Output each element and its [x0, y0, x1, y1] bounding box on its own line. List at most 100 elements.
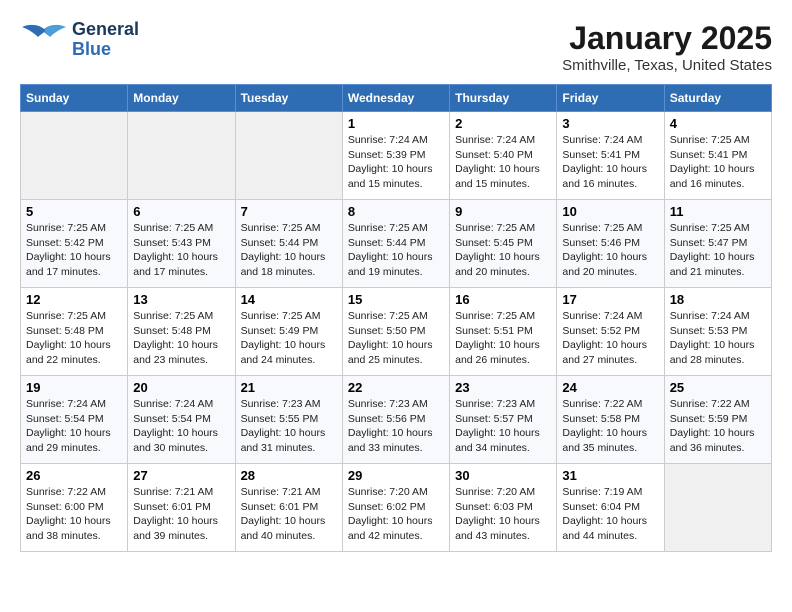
day-info: Sunrise: 7:21 AM Sunset: 6:01 PM Dayligh… — [241, 485, 337, 544]
day-number: 14 — [241, 292, 337, 307]
day-number: 22 — [348, 380, 444, 395]
week-row-2: 5 Sunrise: 7:25 AM Sunset: 5:42 PM Daylig… — [21, 200, 772, 288]
calendar-table: Sunday Monday Tuesday Wednesday Thursday… — [20, 84, 772, 552]
table-row: 6 Sunrise: 7:25 AM Sunset: 5:43 PM Daylig… — [128, 200, 235, 288]
table-row: 11Sunrise: 7:25 AM Sunset: 5:47 PM Dayli… — [664, 200, 771, 288]
table-row: 29 Sunrise: 7:20 AM Sunset: 6:02 PM Dayli… — [342, 464, 449, 552]
table-row: 1 Sunrise: 7:24 AM Sunset: 5:39 PM Daylig… — [342, 112, 449, 200]
day-info: Sunrise: 7:25 AM Sunset: 5:41 PM Dayligh… — [670, 133, 766, 192]
logo: General Blue — [20, 20, 139, 60]
day-info: Sunrise: 7:20 AM Sunset: 6:03 PM Dayligh… — [455, 485, 551, 544]
days-header-row: Sunday Monday Tuesday Wednesday Thursday… — [21, 85, 772, 112]
day-info: Sunrise: 7:25 AM Sunset: 5:45 PM Dayligh… — [455, 221, 551, 280]
logo-blue-text: Blue — [72, 40, 139, 60]
title-area: January 2025 Smithville, Texas, United S… — [562, 20, 772, 74]
day-info: Sunrise: 7:25 AM Sunset: 5:51 PM Dayligh… — [455, 309, 551, 368]
day-info: Sunrise: 7:20 AM Sunset: 6:02 PM Dayligh… — [348, 485, 444, 544]
day-info: Sunrise: 7:25 AM Sunset: 5:50 PM Dayligh… — [348, 309, 444, 368]
page-header: General Blue January 2025 Smithville, Te… — [20, 20, 772, 74]
table-row: 23 Sunrise: 7:23 AM Sunset: 5:57 PM Dayli… — [450, 376, 557, 464]
day-info: Sunrise: 7:25 AM Sunset: 5:42 PM Dayligh… — [26, 221, 122, 280]
table-row: 26 Sunrise: 7:22 AM Sunset: 6:00 PM Dayli… — [21, 464, 128, 552]
day-number: 19 — [26, 380, 122, 395]
day-info: Sunrise: 7:19 AM Sunset: 6:04 PM Dayligh… — [562, 485, 658, 544]
table-row: 28 Sunrise: 7:21 AM Sunset: 6:01 PM Dayli… — [235, 464, 342, 552]
header-wednesday: Wednesday — [342, 85, 449, 112]
day-info: Sunrise: 7:25 AM Sunset: 5:46 PM Dayligh… — [562, 221, 658, 280]
location: Smithville, Texas, United States — [562, 57, 772, 74]
day-info: Sunrise: 7:25 AM Sunset: 5:48 PM Dayligh… — [133, 309, 229, 368]
table-row: 16Sunrise: 7:25 AM Sunset: 5:51 PM Dayli… — [450, 288, 557, 376]
day-info: Sunrise: 7:21 AM Sunset: 6:01 PM Dayligh… — [133, 485, 229, 544]
table-row: 17 Sunrise: 7:24 AM Sunset: 5:52 PM Dayli… — [557, 288, 664, 376]
day-info: Sunrise: 7:24 AM Sunset: 5:53 PM Dayligh… — [670, 309, 766, 368]
header-sunday: Sunday — [21, 85, 128, 112]
day-number: 30 — [455, 468, 551, 483]
header-thursday: Thursday — [450, 85, 557, 112]
table-row: 25 Sunrise: 7:22 AM Sunset: 5:59 PM Dayli… — [664, 376, 771, 464]
day-info: Sunrise: 7:25 AM Sunset: 5:49 PM Dayligh… — [241, 309, 337, 368]
day-number: 2 — [455, 116, 551, 131]
logo-icon — [20, 21, 68, 59]
day-number: 25 — [670, 380, 766, 395]
day-info: Sunrise: 7:23 AM Sunset: 5:55 PM Dayligh… — [241, 397, 337, 456]
table-row: 14 Sunrise: 7:25 AM Sunset: 5:49 PM Dayli… — [235, 288, 342, 376]
table-row: 8 Sunrise: 7:25 AM Sunset: 5:44 PM Daylig… — [342, 200, 449, 288]
table-row — [664, 464, 771, 552]
table-row: 10 Sunrise: 7:25 AM Sunset: 5:46 PM Dayli… — [557, 200, 664, 288]
day-number: 23 — [455, 380, 551, 395]
day-number: 9 — [455, 204, 551, 219]
day-info: Sunrise: 7:22 AM Sunset: 6:00 PM Dayligh… — [26, 485, 122, 544]
table-row: 24Sunrise: 7:22 AM Sunset: 5:58 PM Dayli… — [557, 376, 664, 464]
day-number: 28 — [241, 468, 337, 483]
day-number: 15 — [348, 292, 444, 307]
table-row — [128, 112, 235, 200]
table-row: 4Sunrise: 7:25 AM Sunset: 5:41 PM Daylig… — [664, 112, 771, 200]
table-row: 2Sunrise: 7:24 AM Sunset: 5:40 PM Daylig… — [450, 112, 557, 200]
day-info: Sunrise: 7:24 AM Sunset: 5:39 PM Dayligh… — [348, 133, 444, 192]
table-row: 21Sunrise: 7:23 AM Sunset: 5:55 PM Dayli… — [235, 376, 342, 464]
day-info: Sunrise: 7:24 AM Sunset: 5:54 PM Dayligh… — [133, 397, 229, 456]
day-info: Sunrise: 7:22 AM Sunset: 5:58 PM Dayligh… — [562, 397, 658, 456]
day-info: Sunrise: 7:23 AM Sunset: 5:56 PM Dayligh… — [348, 397, 444, 456]
month-title: January 2025 — [562, 20, 772, 57]
table-row — [21, 112, 128, 200]
day-info: Sunrise: 7:25 AM Sunset: 5:44 PM Dayligh… — [241, 221, 337, 280]
day-number: 1 — [348, 116, 444, 131]
day-info: Sunrise: 7:25 AM Sunset: 5:47 PM Dayligh… — [670, 221, 766, 280]
week-row-4: 19 Sunrise: 7:24 AM Sunset: 5:54 PM Dayli… — [21, 376, 772, 464]
table-row: 5 Sunrise: 7:25 AM Sunset: 5:42 PM Daylig… — [21, 200, 128, 288]
day-number: 26 — [26, 468, 122, 483]
day-info: Sunrise: 7:24 AM Sunset: 5:54 PM Dayligh… — [26, 397, 122, 456]
day-number: 3 — [562, 116, 658, 131]
table-row: 13Sunrise: 7:25 AM Sunset: 5:48 PM Dayli… — [128, 288, 235, 376]
table-row: 27 Sunrise: 7:21 AM Sunset: 6:01 PM Dayli… — [128, 464, 235, 552]
day-info: Sunrise: 7:22 AM Sunset: 5:59 PM Dayligh… — [670, 397, 766, 456]
day-number: 17 — [562, 292, 658, 307]
table-row: 7Sunrise: 7:25 AM Sunset: 5:44 PM Daylig… — [235, 200, 342, 288]
week-row-1: 1 Sunrise: 7:24 AM Sunset: 5:39 PM Daylig… — [21, 112, 772, 200]
logo-words: General Blue — [72, 20, 139, 60]
day-number: 31 — [562, 468, 658, 483]
day-info: Sunrise: 7:25 AM Sunset: 5:48 PM Dayligh… — [26, 309, 122, 368]
table-row: 30 Sunrise: 7:20 AM Sunset: 6:03 PM Dayli… — [450, 464, 557, 552]
day-info: Sunrise: 7:23 AM Sunset: 5:57 PM Dayligh… — [455, 397, 551, 456]
header-friday: Friday — [557, 85, 664, 112]
day-info: Sunrise: 7:24 AM Sunset: 5:52 PM Dayligh… — [562, 309, 658, 368]
day-number: 8 — [348, 204, 444, 219]
day-number: 6 — [133, 204, 229, 219]
table-row: 22 Sunrise: 7:23 AM Sunset: 5:56 PM Dayli… — [342, 376, 449, 464]
day-number: 20 — [133, 380, 229, 395]
day-number: 18 — [670, 292, 766, 307]
day-number: 12 — [26, 292, 122, 307]
day-number: 29 — [348, 468, 444, 483]
day-number: 10 — [562, 204, 658, 219]
day-info: Sunrise: 7:25 AM Sunset: 5:44 PM Dayligh… — [348, 221, 444, 280]
day-info: Sunrise: 7:25 AM Sunset: 5:43 PM Dayligh… — [133, 221, 229, 280]
table-row: 9 Sunrise: 7:25 AM Sunset: 5:45 PM Daylig… — [450, 200, 557, 288]
day-number: 5 — [26, 204, 122, 219]
header-tuesday: Tuesday — [235, 85, 342, 112]
table-row — [235, 112, 342, 200]
day-number: 27 — [133, 468, 229, 483]
day-info: Sunrise: 7:24 AM Sunset: 5:41 PM Dayligh… — [562, 133, 658, 192]
